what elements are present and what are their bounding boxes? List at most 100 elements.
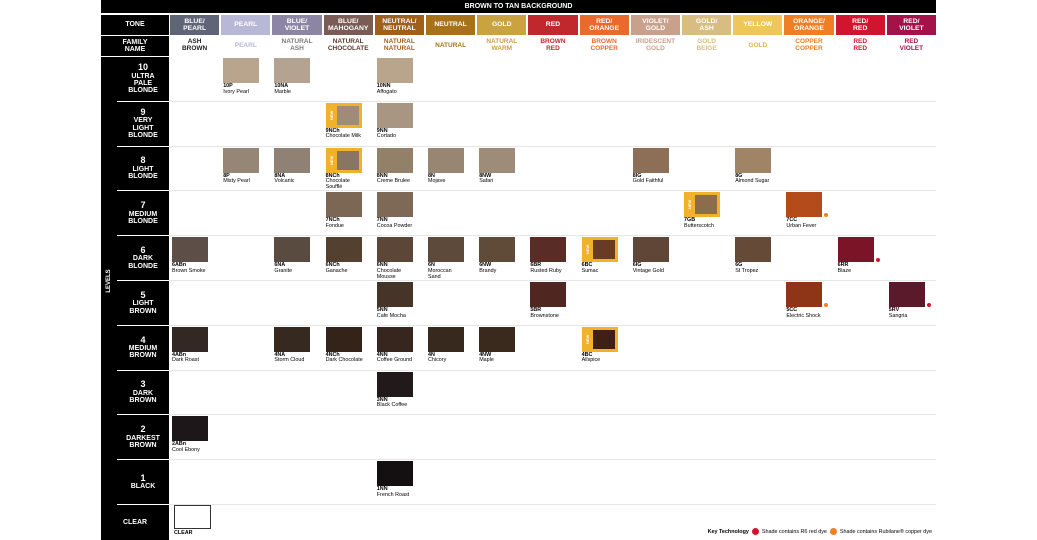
shade-swatch [325,192,362,218]
shade-4NCh[interactable]: 4NCh Dark Chocolate [325,326,364,364]
shade-8NCh[interactable]: NEW 8NCh Chocolate Soufflé [325,147,364,191]
shade-5CC[interactable]: 5CC Electric Shock [786,282,830,319]
level-text: 2 DARKEST BROWN [126,424,160,449]
family-name-2: NATURAL ASH [281,38,313,52]
shade-swatch: NEW [684,192,720,218]
shade-swatch [428,326,464,352]
shade-swatch [376,102,413,128]
shade-8NN[interactable]: 8NN Creme Brulee [376,147,415,185]
shade-swatch [786,282,830,308]
shade-name: Marble [274,88,291,95]
shade-4NW[interactable]: 4NW Maple [479,326,517,364]
chart-title: BROWN TO TAN BACKGROUND [101,0,936,13]
family-name-6: NATURAL WARM [486,38,518,52]
shade-swatch [274,58,311,83]
shade-name: Cocoa Powder [376,223,413,230]
level-name: LIGHT BLONDE [128,165,158,181]
shade-swatch [530,282,567,307]
shade-7NCh[interactable]: 7NCh Fondue [325,192,364,230]
clear-swatch[interactable] [174,505,211,529]
shade-6NN[interactable]: 6NN Chocolate Mousse [376,237,415,280]
shade-4NA[interactable]: 4NA Storm Cloud [274,326,312,364]
shade-10P[interactable]: 10P Ivory Pearl [223,58,261,95]
family-name-8: BROWN COPPER [590,38,618,52]
shade-8IG[interactable]: 8IG Gold Faithful [632,147,671,185]
level-number: 5 [140,289,146,300]
family-name-12: COPPER COPPER [795,38,823,52]
shade-5BR[interactable]: 5BR Brownstone [530,282,568,319]
shade-9NN[interactable]: 9NN Cortado [376,102,415,140]
shade-swatch [376,326,413,352]
shade-swatch [172,416,208,442]
shade-6N[interactable]: 6N Moroccan Sand [428,237,466,280]
shade-7NN[interactable]: 7NN Cocoa Powder [376,192,415,230]
shade-1NN[interactable]: 1NN French Roast [376,461,415,498]
shade-name: Chocolate Milk [325,133,361,140]
tone-header-14: RED/ VIOLET [886,15,936,35]
shade-9NCh[interactable]: NEW 9NCh Chocolate Milk [325,102,364,140]
level-text: 6 DARK BLONDE [128,245,158,270]
shade-6G[interactable]: 6G St Tropez [735,237,773,274]
shade-10NA[interactable]: 10NA Marble [274,58,312,95]
shade-8NA[interactable]: 8NA Volcanic [274,147,312,185]
shade-7CC[interactable]: 7CC Urban Fever [786,192,830,229]
shade-swatch [172,326,208,352]
shade-4N[interactable]: 4N Chicory [428,326,466,364]
new-badge: NEW [584,240,593,260]
shade-6RR[interactable]: 6RR Blaze [837,237,881,274]
new-badge: NEW [328,105,337,125]
shade-8G[interactable]: 8G Almond Sugar [735,147,773,185]
shade-6BR[interactable]: 6BR Rusted Ruby [530,237,568,274]
shade-8N[interactable]: 8N Mojave [428,147,466,185]
shade-name: Vintage Gold [632,267,664,274]
shade-2ABn[interactable]: 2ABn Cool Ebony [172,416,210,453]
tone-header-4: NEUTRAL/ NEUTRAL [374,15,424,35]
row-divider [169,235,936,237]
level-name: DARK BLONDE [128,255,158,270]
level-label-9: 9 VERY LIGHT BLONDE [117,101,169,146]
shade-4ABn[interactable]: 4ABn Dark Roast [172,326,210,364]
shade-6BC[interactable]: NEW 6BC Sumac [581,237,620,274]
shade-4BC[interactable]: NEW 4BC Allspice [581,326,620,364]
shade-swatch [735,147,772,173]
shade-name: Sangria [888,312,908,319]
level-number: 2 [140,424,146,435]
shade-4NN[interactable]: 4NN Coffee Ground [376,326,415,364]
shade-10NN[interactable]: 10NN Affogato [376,58,415,95]
shade-8P[interactable]: 8P Misty Pearl [223,147,261,185]
shade-5RV[interactable]: 5RV Sangria [888,282,932,319]
levels-label: LEVELS [106,269,112,293]
shade-swatch [274,326,311,352]
shade-name: Brandy [479,267,497,274]
shade-swatch: NEW [581,326,618,352]
shade-name: Fondue [325,223,344,230]
shade-6ABn[interactable]: 6ABn Brown Smoke [172,237,210,274]
level-label-1: 1 BLACK [117,460,169,504]
row-divider [169,190,936,192]
shade-6NA[interactable]: 6NA Granite [274,237,312,274]
tone-header-13: RED/ RED [835,15,885,35]
level-number: 8 [140,155,146,166]
shade-6NCh[interactable]: 6NCh Ganache [325,237,364,274]
level-text: 3 DARK BROWN [129,379,156,404]
shade-8NW[interactable]: 8NW Safari [479,147,517,185]
level-name: VERY LIGHT BLONDE [128,117,158,140]
dye-dot-icon [925,302,932,308]
row-divider [169,369,936,371]
shade-swatch [274,237,311,263]
shade-5NN[interactable]: 5NN Cafe Mocha [376,282,415,319]
shade-name: Cafe Mocha [376,312,406,319]
shade-swatch: NEW [581,237,618,263]
shade-7GB[interactable]: NEW 7GB Butterscotch [684,192,722,229]
shade-6IG[interactable]: 6IG Vintage Gold [632,237,671,274]
level-label-4: 4 MEDIUM BROWN [117,325,169,370]
level-text: 1 BLACK [131,473,156,491]
row-divider [169,324,936,326]
tone-header-2: BLUE/ VIOLET [272,15,322,35]
shade-name: Storm Cloud [274,357,305,364]
shade-name: Chocolate Soufflé [325,178,350,190]
shade-3NN[interactable]: 3NN Black Coffee [376,371,415,409]
shade-name: Gold Faithful [632,178,664,185]
shade-6NW[interactable]: 6NW Brandy [479,237,517,274]
level-text: 10 ULTRA PALE BLONDE [128,62,158,94]
